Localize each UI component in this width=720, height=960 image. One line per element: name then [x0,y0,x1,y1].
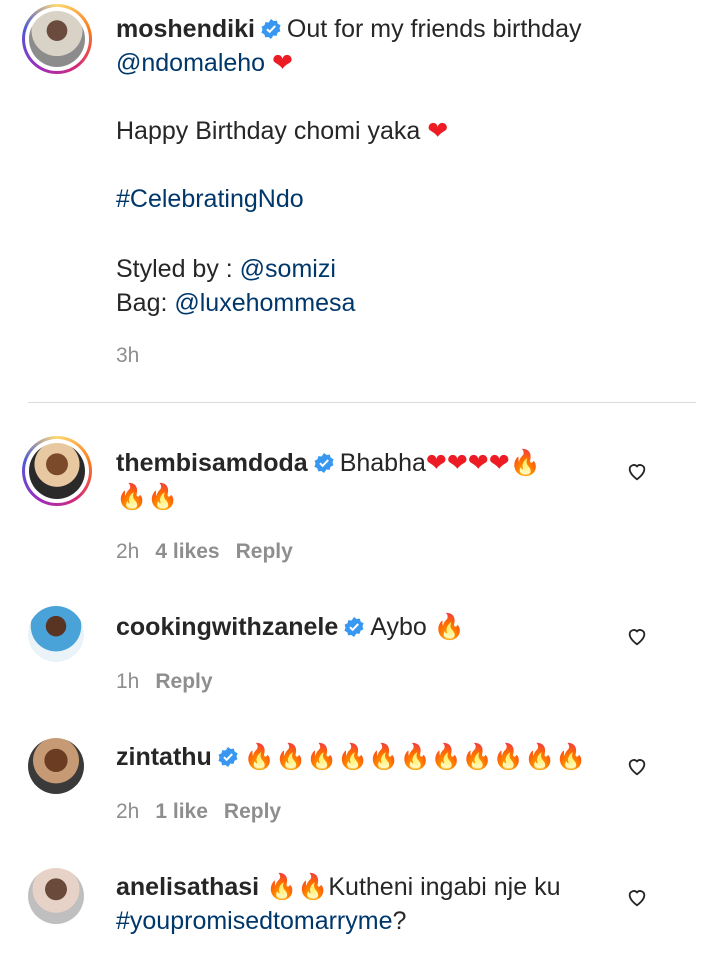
styled-label: Styled by : [116,255,240,283]
comment-body: Kutheni ingabi nje ku [328,873,561,901]
comment-avatar[interactable] [22,436,92,506]
mention-ndomaleho[interactable]: @ndomaleho [116,49,265,77]
heart-outline-icon[interactable] [626,625,648,647]
heart-outline-icon[interactable] [626,886,648,908]
comment-text: anelisathasi 🔥🔥Kutheni ingabi nje ku #yo… [116,870,616,938]
comment-likes[interactable]: 1 like [155,800,208,823]
comment-text: cookingwithzanele Aybo 🔥 [116,610,616,644]
comment-meta: 2h 4 likes Reply [116,540,309,564]
comment-time: 2h [116,540,140,563]
fire-emoji-row: 🔥🔥 [116,482,179,511]
caption-text: moshendiki Out for my friends birthday @n… [116,12,616,80]
caption-hashtag-row: #CelebratingNdo [116,182,616,216]
verified-badge-icon [218,747,238,767]
reply-button[interactable]: Reply [155,670,212,693]
comment-avatar[interactable] [28,738,84,794]
fire-emoji: 🔥 [433,612,465,641]
heart-emoji: ❤ [272,48,293,77]
fire-emoji: 🔥🔥 [266,872,329,901]
comment-meta: 2h 1 like Reply [116,800,297,824]
comment-avatar[interactable] [28,868,84,924]
bag-label: Bag: [116,289,175,317]
comment-avatar[interactable] [28,606,84,662]
comment-suffix: ? [392,907,407,935]
comment-time: 1h [116,670,140,693]
hashtag-youpromisedtomarryme[interactable]: #youpromisedtomarryme [116,907,393,935]
hashtag-celebratingndo[interactable]: #CelebratingNdo [116,185,304,213]
reply-button[interactable]: Reply [236,540,293,563]
comment-username[interactable]: thembisamdoda [116,449,308,477]
comment-meta: 1h Reply [116,670,229,694]
comment-likes[interactable]: 4 likes [155,540,219,563]
heart-outline-icon[interactable] [626,755,648,777]
verified-badge-icon [314,453,334,473]
caption-avatar[interactable] [22,4,92,74]
fire-emoji-row: 🔥🔥🔥🔥🔥🔥🔥🔥🔥🔥🔥 [243,742,587,771]
comment-body: Aybo [370,613,427,641]
caption-line-2-row: Happy Birthday chomi yaka ❤ [116,114,616,148]
fire-emoji: 🔥 [509,448,541,477]
caption-meta: 3h [116,344,155,368]
comment-text: thembisamdoda Bhabha❤❤❤❤🔥 🔥🔥 [116,446,616,514]
comment-body: Bhabha [339,449,426,477]
comment-username[interactable]: zintathu [116,743,212,771]
caption-credits: Styled by : @somizi Bag: @luxehommesa [116,252,616,320]
verified-badge-icon [344,617,364,637]
divider [28,402,696,403]
heart-outline-icon[interactable] [626,460,648,482]
heart-emoji: ❤ [427,116,449,145]
comment-text: zintathu 🔥🔥🔥🔥🔥🔥🔥🔥🔥🔥🔥 [116,740,616,774]
comment-username[interactable]: anelisathasi [116,873,259,901]
caption-line-2: Happy Birthday chomi yaka [116,117,421,145]
caption-line-1: Out for my friends birthday [286,15,582,43]
caption-time: 3h [116,344,140,367]
heart-emoji-row: ❤❤❤❤ [425,448,510,477]
mention-somizi[interactable]: @somizi [240,255,336,283]
comment-username[interactable]: cookingwithzanele [116,613,338,641]
caption-username[interactable]: moshendiki [116,15,255,43]
verified-badge-icon [261,19,281,39]
reply-button[interactable]: Reply [224,800,281,823]
mention-luxehommesa[interactable]: @luxehommesa [174,289,355,317]
comment-time: 2h [116,800,140,823]
